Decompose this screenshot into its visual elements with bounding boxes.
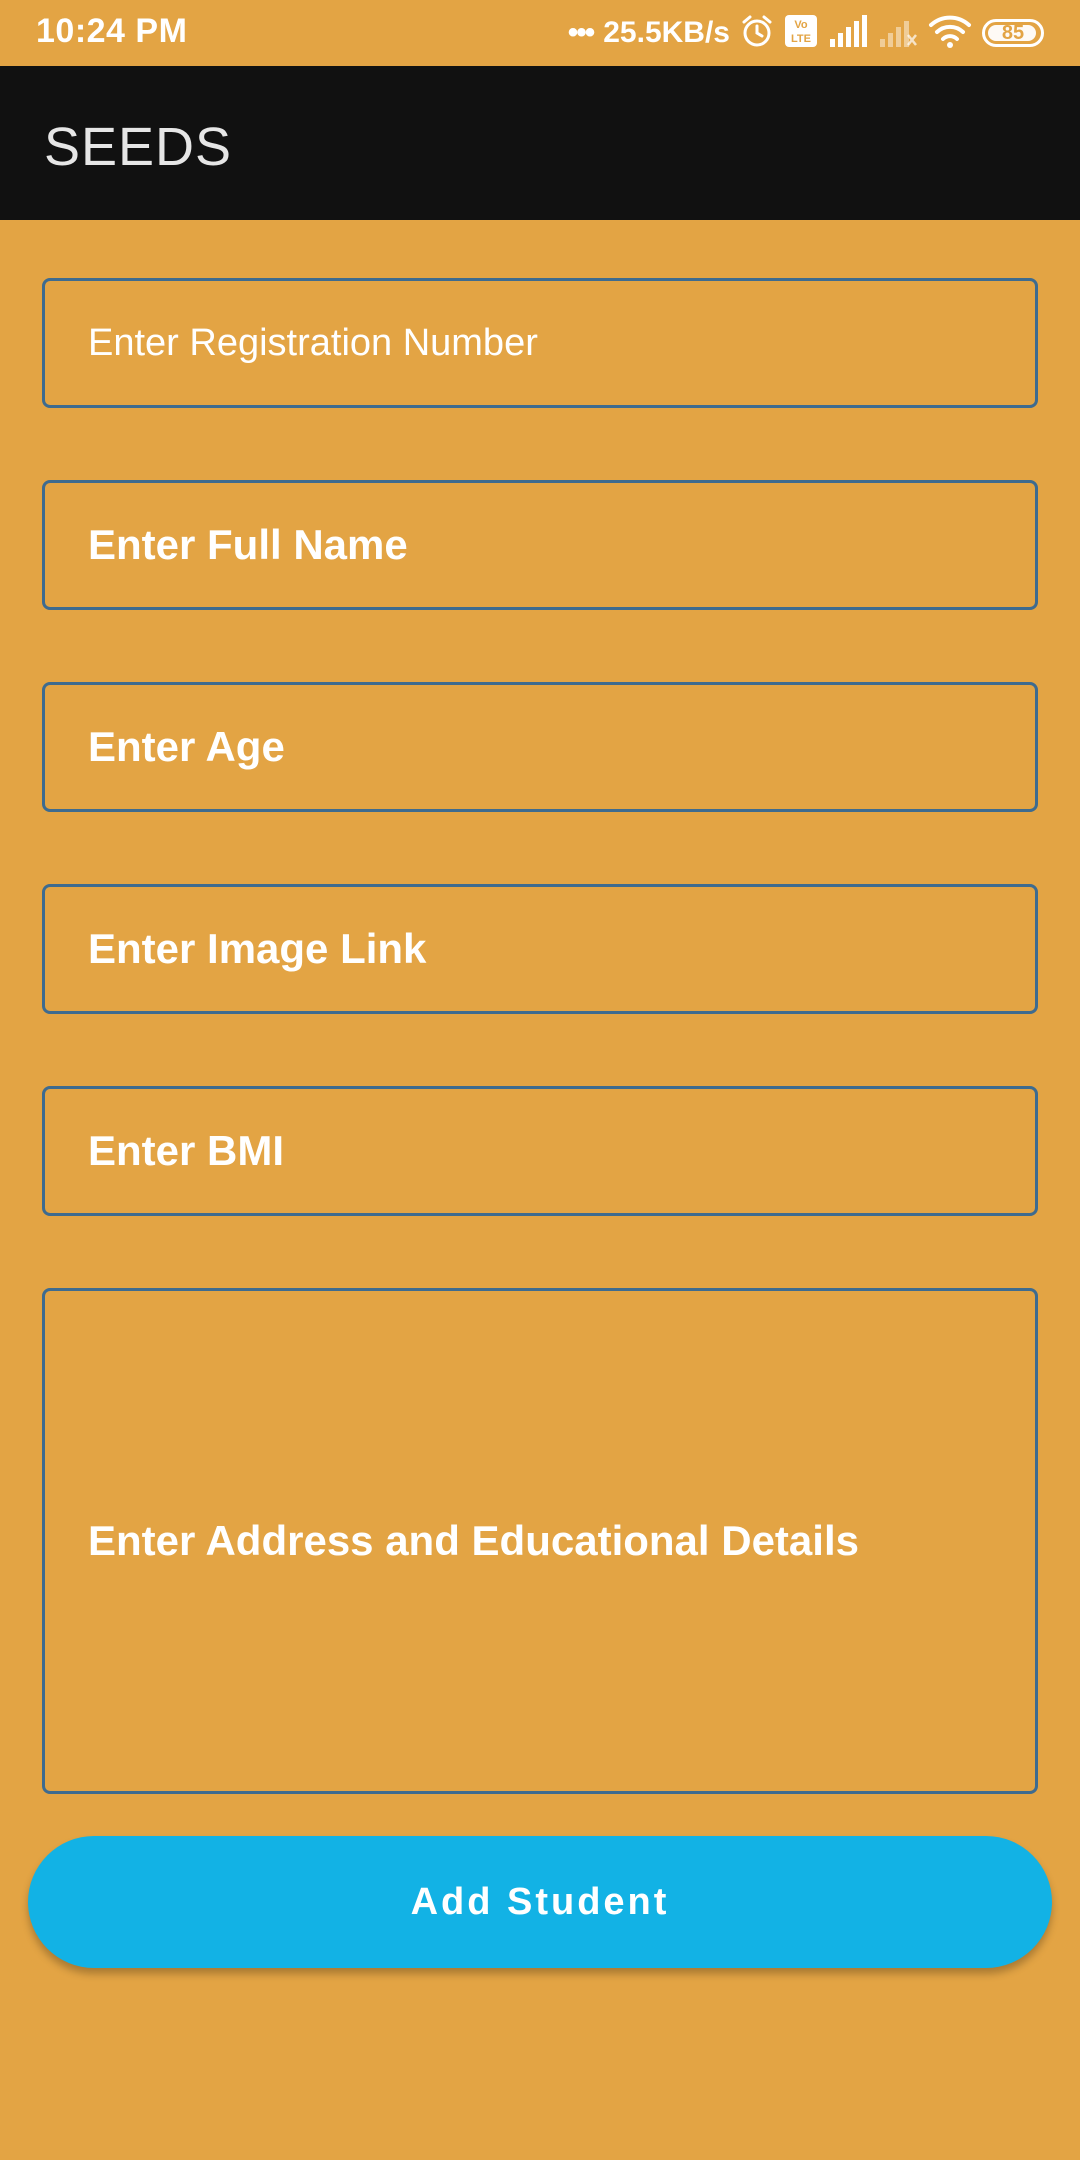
volte-icon: Vo LTE — [784, 14, 818, 53]
notification-dots: ••• — [567, 16, 595, 49]
bmi-placeholder: Enter BMI — [88, 1127, 285, 1174]
svg-text:LTE: LTE — [791, 33, 811, 45]
bmi-input[interactable]: Enter BMI — [42, 1086, 1038, 1216]
add-student-label: Add Student — [410, 1880, 670, 1923]
app-bar: SEEDS — [0, 66, 1080, 220]
battery-level: 85 — [1001, 21, 1025, 44]
battery-icon: 85 — [982, 19, 1044, 47]
wifi-icon — [928, 14, 972, 53]
status-time: 10:24 PM — [36, 12, 188, 50]
status-bar: 10:24 PM ••• 25.5KB/s Vo LTE 85 — [0, 0, 1080, 66]
alarm-icon — [740, 13, 774, 54]
registration-number-placeholder: Enter Registration Number — [88, 321, 538, 364]
full-name-input[interactable]: Enter Full Name — [42, 480, 1038, 610]
address-details-placeholder: Enter Address and Educational Details — [88, 1517, 859, 1564]
signal-weak-icon — [878, 15, 918, 52]
svg-text:Vo: Vo — [794, 19, 808, 31]
registration-number-input[interactable]: Enter Registration Number — [42, 278, 1038, 408]
app-title: SEEDS — [44, 117, 233, 177]
age-input[interactable]: Enter Age — [42, 682, 1038, 812]
address-details-textarea[interactable]: Enter Address and Educational Details — [42, 1288, 1038, 1794]
full-name-placeholder: Enter Full Name — [88, 521, 408, 568]
network-speed: 25.5KB/s — [603, 16, 730, 49]
image-link-input[interactable]: Enter Image Link — [42, 884, 1038, 1014]
signal-icon — [828, 14, 868, 52]
status-icons: ••• 25.5KB/s Vo LTE 85 — [568, 10, 1044, 56]
add-student-button[interactable]: Add Student — [28, 1836, 1052, 1968]
age-placeholder: Enter Age — [88, 723, 285, 770]
image-link-placeholder: Enter Image Link — [88, 925, 427, 972]
